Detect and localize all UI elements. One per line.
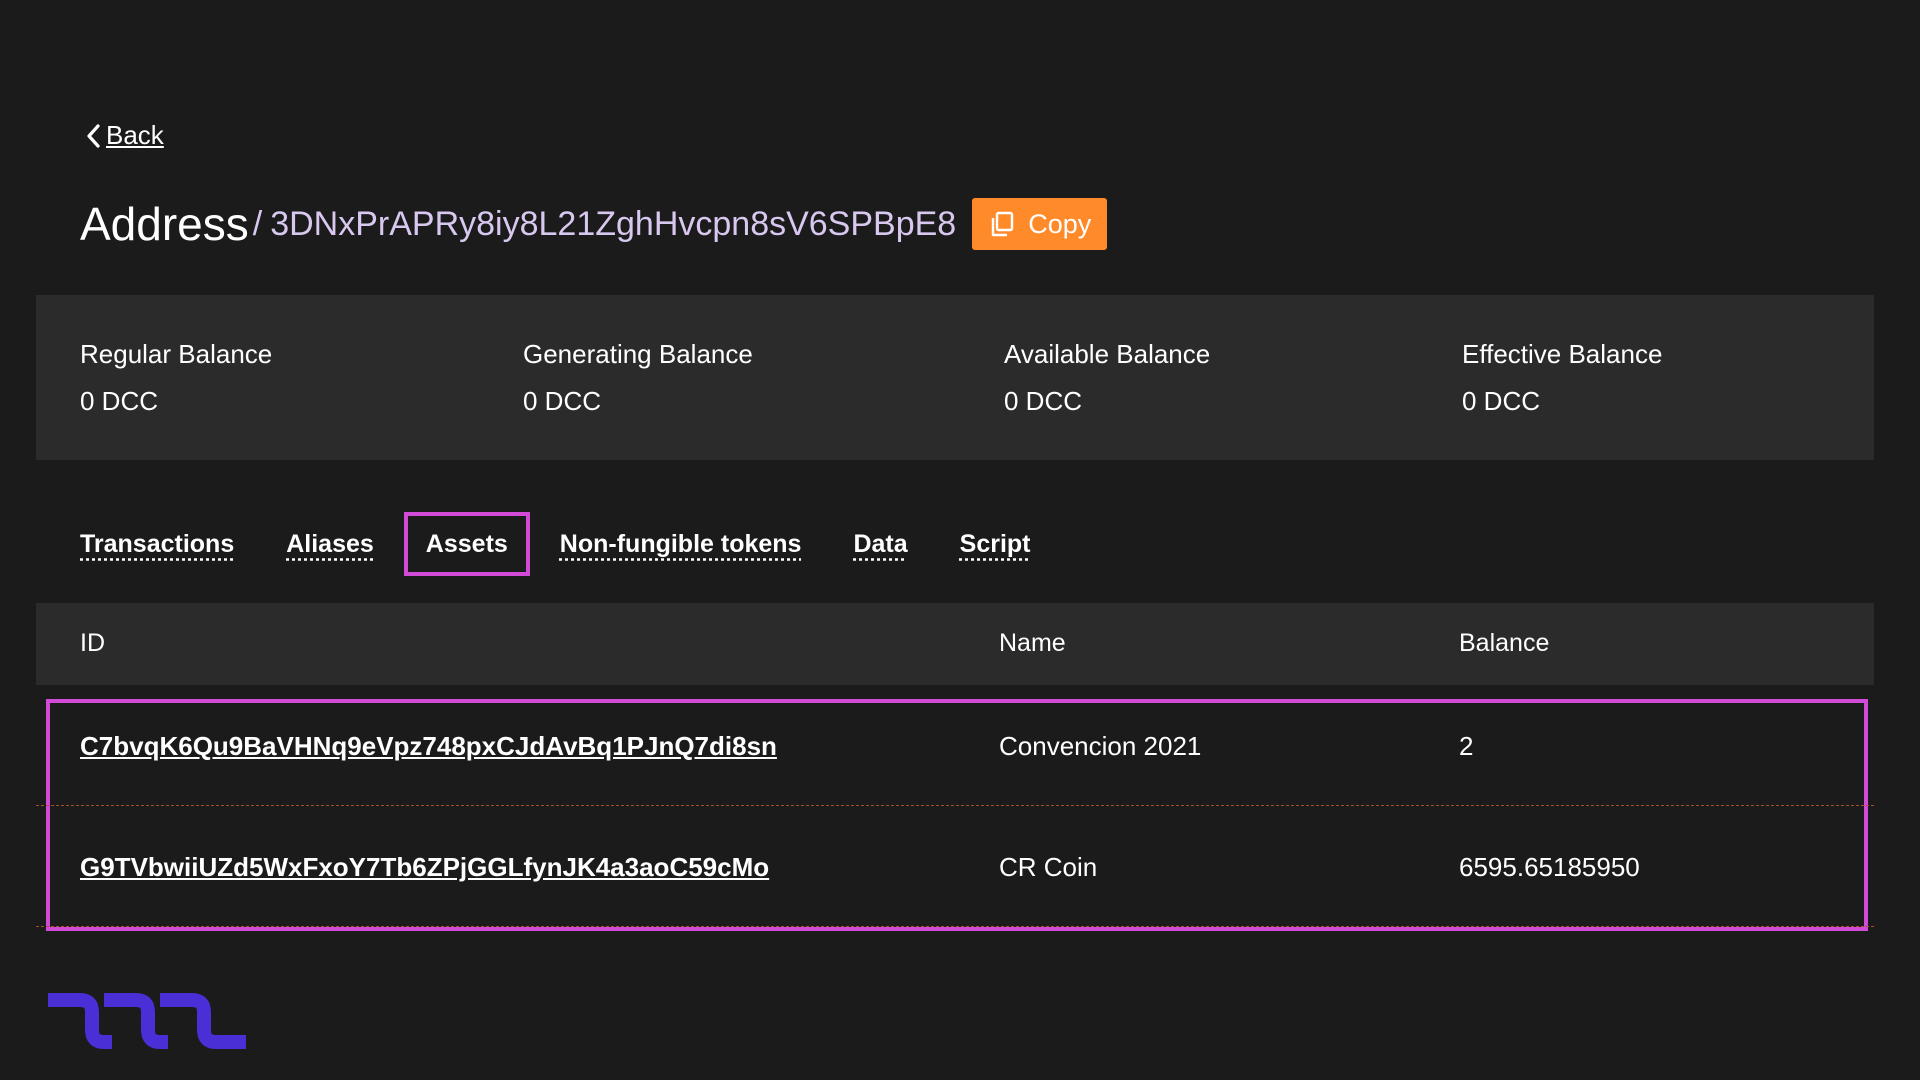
effective-balance: Effective Balance 0 DCC <box>1462 339 1662 417</box>
balance-label: Effective Balance <box>1462 339 1663 369</box>
tab-bar: Transactions Aliases Assets Non-fungible… <box>80 512 1083 576</box>
table-header: ID Name Balance <box>36 603 1874 685</box>
balances-panel: Regular Balance 0 DCC Generating Balance… <box>36 295 1874 460</box>
asset-id-link[interactable]: C7bvqK6Qu9BaVHNq9eVpz748pxCJdAvBq1PJnQ7d… <box>80 731 777 762</box>
asset-balance: 2 <box>1459 731 1474 761</box>
back-label: Back <box>106 120 164 150</box>
column-header-id: ID <box>80 629 105 657</box>
asset-name: Convencion 2021 <box>999 731 1202 761</box>
title-separator: / <box>252 204 263 243</box>
regular-balance: Regular Balance 0 DCC <box>80 339 272 417</box>
chevron-left-icon <box>87 123 100 148</box>
balance-value: 0 DCC <box>80 386 159 416</box>
tab-script[interactable]: Script <box>960 512 1031 576</box>
row-divider <box>36 926 1874 927</box>
wave-logo <box>48 993 246 1049</box>
tab-assets[interactable]: Assets <box>403 512 530 576</box>
table-row: G9TVbwiiUZd5WxFxoY7Tb6ZPjGGLfynJK4a3aoC5… <box>36 808 1874 928</box>
generating-balance: Generating Balance 0 DCC <box>523 339 753 417</box>
balance-label: Regular Balance <box>80 339 273 369</box>
copy-icon <box>992 211 1014 237</box>
balance-value: 0 DCC <box>523 386 602 416</box>
row-divider <box>36 805 1874 806</box>
copy-label: Copy <box>1028 208 1092 239</box>
page-title: Address <box>80 198 249 250</box>
back-link[interactable]: Back <box>84 120 164 151</box>
tab-aliases[interactable]: Aliases <box>286 512 374 576</box>
asset-name: CR Coin <box>999 852 1098 882</box>
column-header-name: Name <box>999 629 1066 657</box>
balance-value: 0 DCC <box>1462 386 1541 416</box>
asset-id-link[interactable]: G9TVbwiiUZd5WxFxoY7Tb6ZPjGGLfynJK4a3aoC5… <box>80 852 769 883</box>
balance-label: Available Balance <box>1004 339 1211 369</box>
tab-non-fungible-tokens[interactable]: Non-fungible tokens <box>560 512 802 576</box>
table-row: C7bvqK6Qu9BaVHNq9eVpz748pxCJdAvBq1PJnQ7d… <box>36 686 1874 806</box>
address-value: 3DNxPrAPRy8iy8L21ZghHvcpn8sV6SPBpE8 <box>270 204 957 243</box>
page-title-row: Address / 3DNxPrAPRy8iy8L21ZghHvcpn8sV6S… <box>80 196 1108 252</box>
column-header-balance: Balance <box>1459 629 1550 657</box>
tab-data[interactable]: Data <box>853 512 907 576</box>
asset-balance: 6595.65185950 <box>1459 852 1640 882</box>
tab-transactions[interactable]: Transactions <box>80 512 234 576</box>
balance-value: 0 DCC <box>1004 386 1083 416</box>
copy-button[interactable]: Copy <box>972 198 1108 250</box>
available-balance: Available Balance 0 DCC <box>1004 339 1210 417</box>
balance-label: Generating Balance <box>523 339 753 369</box>
address-page: Back Address / 3DNxPrAPRy8iy8L21ZghHvcpn… <box>0 0 1920 1080</box>
